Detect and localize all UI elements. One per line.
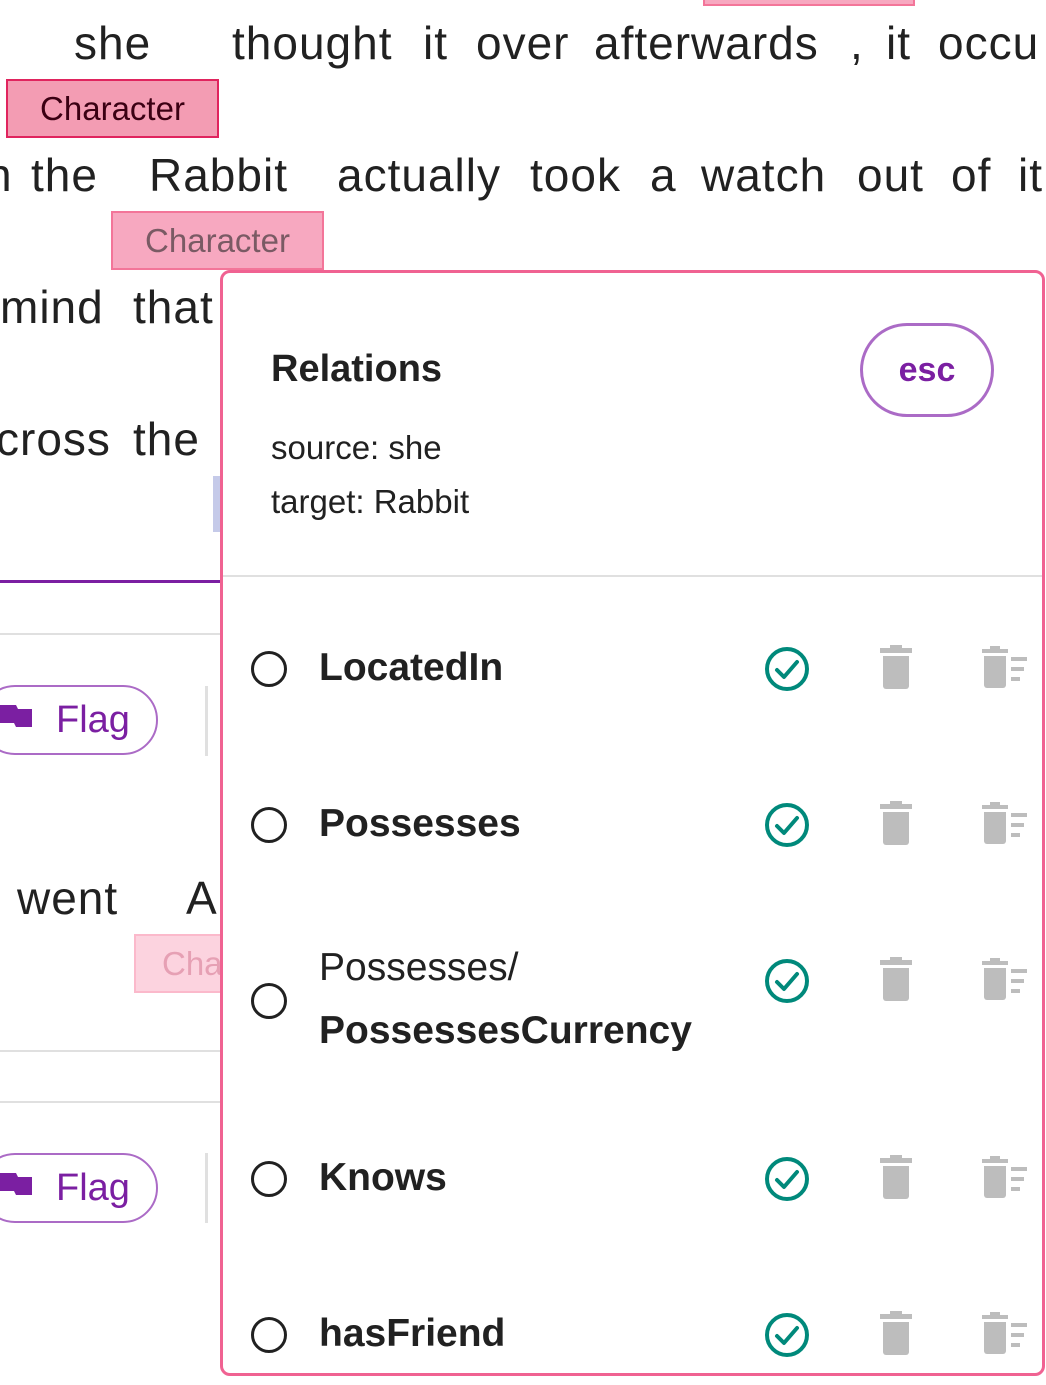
delete-icon[interactable]	[878, 957, 914, 1006]
relation-label: LocatedIn	[319, 646, 504, 689]
token-word[interactable]: A	[186, 871, 218, 925]
token-word[interactable]: a	[650, 148, 677, 202]
relation-label: Possesses	[319, 802, 521, 845]
token-word[interactable]: it	[423, 16, 448, 70]
tab-indicator	[0, 580, 222, 583]
token-word[interactable]: it	[886, 16, 911, 70]
token-word[interactable]: n	[0, 148, 13, 202]
popover-title: Relations	[271, 348, 443, 390]
token-word[interactable]: thought	[232, 16, 392, 70]
divider	[205, 686, 208, 756]
check-circle-icon[interactable]	[763, 645, 811, 698]
relation-option[interactable]: Possesses/ PossessesCurrency	[223, 937, 1042, 1067]
delete-icon[interactable]	[878, 1155, 914, 1204]
token-word[interactable]: the	[31, 148, 98, 202]
relation-option[interactable]: Knows	[223, 1147, 1042, 1209]
token-word[interactable]: took	[530, 148, 621, 202]
token-word[interactable]: occu	[938, 16, 1039, 70]
token-word[interactable]: Rabbit	[149, 148, 288, 202]
esc-button[interactable]: esc	[860, 323, 994, 417]
token-word[interactable]: ,	[850, 16, 864, 70]
token-word[interactable]: of	[951, 148, 991, 202]
entity-tag-character[interactable]: Cha	[134, 934, 234, 993]
radio-button[interactable]	[251, 651, 287, 687]
relation-label-prefix: Possesses/	[319, 946, 519, 989]
delete-sweep-icon[interactable]	[981, 801, 1031, 850]
token-word[interactable]: actually	[337, 148, 501, 202]
relation-label: Knows	[319, 1156, 447, 1199]
delete-sweep-icon[interactable]	[981, 1311, 1031, 1360]
target-label: target: Rabbit	[271, 483, 470, 520]
delete-sweep-icon[interactable]	[981, 645, 1031, 694]
delete-icon[interactable]	[878, 1311, 914, 1360]
check-circle-icon[interactable]	[763, 801, 811, 854]
delete-icon[interactable]	[878, 801, 914, 850]
entity-tag-character[interactable]: Character	[6, 79, 219, 138]
check-circle-icon[interactable]	[763, 957, 811, 1010]
radio-button[interactable]	[251, 1317, 287, 1353]
divider	[205, 1153, 208, 1223]
check-circle-icon[interactable]	[763, 1311, 811, 1364]
annotation-tag-partial	[703, 0, 915, 6]
delete-icon[interactable]	[878, 645, 914, 694]
radio-button[interactable]	[251, 807, 287, 843]
token-word[interactable]: out	[857, 148, 924, 202]
flag-button[interactable]: Flag	[0, 685, 158, 755]
radio-button[interactable]	[251, 1161, 287, 1197]
token-word[interactable]: that	[133, 280, 214, 334]
divider	[0, 1050, 222, 1052]
relation-label: PossessesCurrency	[319, 1009, 692, 1052]
delete-sweep-icon[interactable]	[981, 957, 1031, 1006]
relations-popover: Relations esc source: she target: Rabbit…	[220, 270, 1045, 1376]
token-word[interactable]: it	[1018, 148, 1043, 202]
token-word[interactable]: she	[74, 16, 151, 70]
delete-sweep-icon[interactable]	[981, 1155, 1031, 1204]
relation-option[interactable]: hasFriend	[223, 1303, 1042, 1365]
relation-option[interactable]: LocatedIn	[223, 637, 1042, 699]
token-word[interactable]: over	[476, 16, 569, 70]
token-word[interactable]: the	[133, 412, 200, 466]
entity-tag-character[interactable]: Character	[111, 211, 324, 270]
divider	[0, 1101, 222, 1103]
divider	[0, 633, 222, 635]
relation-option[interactable]: Possesses	[223, 793, 1042, 855]
radio-button[interactable]	[251, 983, 287, 1019]
token-word[interactable]: afterwards	[594, 16, 819, 70]
divider	[223, 575, 1042, 577]
source-label: source: she	[271, 429, 442, 466]
flag-button[interactable]: Flag	[0, 1153, 158, 1223]
token-word[interactable]: watch	[701, 148, 826, 202]
flag-label: Flag	[56, 699, 130, 741]
token-word[interactable]: cross	[0, 412, 111, 466]
check-circle-icon[interactable]	[763, 1155, 811, 1208]
token-word[interactable]: mind	[0, 280, 104, 334]
flag-icon	[0, 701, 36, 751]
relation-label: hasFriend	[319, 1312, 506, 1355]
flag-label: Flag	[56, 1167, 130, 1209]
token-word[interactable]: went	[17, 871, 118, 925]
flag-icon	[0, 1169, 36, 1219]
